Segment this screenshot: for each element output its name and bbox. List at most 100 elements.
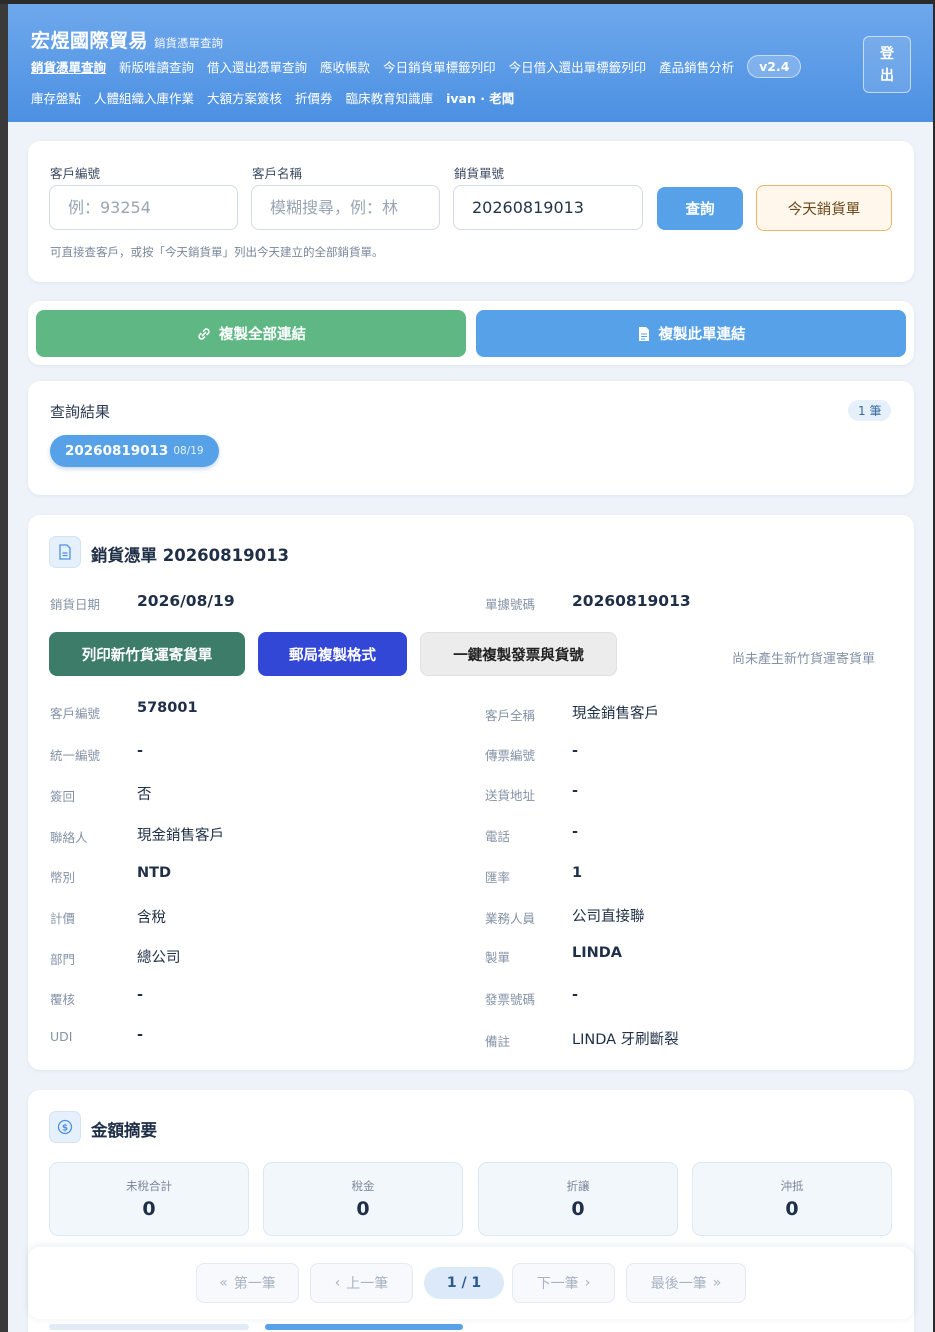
field-value: -	[137, 987, 144, 1003]
field-label: 製單	[485, 950, 511, 965]
order-no-label: 銷貨單號	[454, 166, 505, 181]
order-no-input[interactable]	[453, 185, 643, 230]
field-label: 簽回	[50, 789, 76, 804]
svg-text:$: $	[62, 1124, 68, 1134]
nav-tissue-inbound[interactable]: 人體組織入庫作業	[94, 88, 194, 107]
results-card: 查詢結果 1 筆 20260819013 08/19	[28, 381, 914, 495]
field-label: 發票號碼	[485, 992, 536, 1007]
field-label: 備註	[485, 1034, 511, 1049]
stat-label: 沖抵	[780, 1179, 804, 1193]
top-navbar: 宏煜國際貿易 銷貨憑單查詢 銷貨憑單查詢 新版唯讀查詢 借入還出憑單查詢 應收帳…	[8, 4, 933, 122]
field-label: 客戶編號	[50, 706, 101, 721]
copy-all-links-button[interactable]: 複製全部連結	[36, 310, 466, 357]
nav-today-borrow-label-print[interactable]: 今日借入還出單標籤列印	[509, 57, 647, 76]
field-value: 總公司	[137, 950, 181, 966]
pager-bar: « 第一筆 ‹ 上一筆 1 / 1 下一筆 › 最後一筆 »	[28, 1247, 914, 1319]
document-icon	[638, 326, 649, 341]
stat-offset: 沖抵 0	[692, 1162, 892, 1236]
field-value: -	[572, 783, 579, 799]
customer-code-label: 客戶編號	[50, 166, 101, 181]
field-label: 部門	[50, 952, 76, 967]
logout-button[interactable]: 登 出	[863, 36, 911, 93]
results-title: 查詢結果	[50, 403, 111, 421]
nav-row-2: 庫存盤點 人體組織入庫作業 大額方案簽核 折價券 臨床教育知識庫 ivan · …	[31, 88, 514, 107]
field-value: -	[572, 824, 579, 840]
logout-label-1: 登	[880, 45, 894, 62]
field-value: 現金銷售客戶	[137, 828, 224, 844]
double-chevron-left-icon: «	[219, 1275, 228, 1291]
doc-no-label: 單據號碼	[485, 597, 536, 612]
document-icon	[59, 544, 71, 560]
amount-summary-title: 金額摘要	[91, 1121, 157, 1140]
field-value: LINDA	[572, 945, 623, 961]
nav-sales-voucher-query[interactable]: 銷貨憑單查詢	[31, 57, 106, 76]
post-office-copy-button[interactable]: 郵局複製格式	[258, 632, 407, 676]
query-button[interactable]: 查詢	[657, 187, 743, 230]
nav-sales-analysis[interactable]: 產品銷售分析	[659, 57, 734, 76]
nav-coupons[interactable]: 折價券	[295, 88, 333, 107]
nav-row-1: 銷貨憑單查詢 新版唯讀查詢 借入還出憑單查詢 應收帳款 今日銷貨單標籤列印 今日…	[31, 55, 802, 78]
prev-record-label: 上一筆	[346, 1276, 389, 1292]
field-value: -	[572, 743, 579, 759]
nav-large-plan-approval[interactable]: 大額方案簽核	[207, 88, 282, 107]
stat-value: 0	[785, 1198, 799, 1220]
copy-invoice-button[interactable]: 一鍵複製發票與貨號	[420, 632, 617, 676]
nav-receivables[interactable]: 應收帳款	[320, 57, 370, 76]
doc-no-value: 20260819013	[572, 592, 691, 610]
field-label: 覆核	[50, 992, 76, 1007]
last-record-button[interactable]: 最後一筆 »	[626, 1263, 746, 1303]
page-indicator: 1 / 1	[424, 1267, 504, 1299]
nav-inventory-count[interactable]: 庫存盤點	[31, 88, 81, 107]
link-icon	[198, 327, 210, 340]
first-record-button[interactable]: « 第一筆	[196, 1263, 299, 1303]
prev-record-button[interactable]: ‹ 上一筆	[310, 1263, 413, 1303]
voucher-doc-icon-box	[49, 536, 81, 568]
brand-subtitle: 銷貨憑單查詢	[154, 36, 224, 50]
version-badge: v2.4	[747, 55, 802, 78]
nav-today-label-print[interactable]: 今日銷貨單標籤列印	[383, 57, 496, 76]
field-value: 否	[137, 787, 152, 803]
next-record-button[interactable]: 下一筆 ›	[512, 1263, 615, 1303]
stat-tax: 稅金 0	[263, 1162, 463, 1236]
stat-value: 0	[356, 1198, 370, 1220]
stat-label: 未稅合計	[126, 1179, 172, 1193]
field-value: NTD	[137, 865, 172, 881]
search-hint: 可直接查客戶，或按「今天銷貨單」列出今天建立的全部銷貨單。	[50, 245, 384, 259]
customer-name-input[interactable]	[251, 185, 440, 230]
double-chevron-right-icon: »	[712, 1275, 722, 1291]
field-label: 計價	[50, 911, 76, 926]
customer-code-input[interactable]	[49, 185, 238, 230]
nav-borrow-return-query[interactable]: 借入還出憑單查詢	[207, 57, 307, 76]
results-count-badge: 1 筆	[848, 400, 892, 421]
result-chip[interactable]: 20260819013 08/19	[50, 435, 219, 467]
current-user: ivan · 老闆	[446, 91, 515, 106]
hidden-button-left	[49, 1324, 249, 1330]
field-value: -	[137, 743, 144, 759]
brand: 宏煜國際貿易 銷貨憑單查詢	[31, 26, 223, 53]
field-label: 傳票編號	[485, 748, 536, 763]
today-sales-button[interactable]: 今天銷貨單	[756, 185, 892, 231]
copy-this-link-button[interactable]: 複製此單連結	[476, 310, 906, 357]
copy-this-link-label: 複製此單連結	[658, 327, 746, 343]
nav-clinical-knowledge[interactable]: 臨床教育知識庫	[346, 88, 434, 107]
field-label: 統一編號	[50, 748, 101, 763]
field-label: 業務人員	[485, 911, 536, 926]
print-hct-button[interactable]: 列印新竹貨運寄貨單	[49, 632, 245, 676]
field-value: 含稅	[137, 910, 166, 926]
first-record-label: 第一筆	[233, 1276, 276, 1292]
sales-date-label: 銷貨日期	[50, 597, 101, 612]
next-record-label: 下一筆	[536, 1276, 579, 1292]
copy-all-links-label: 複製全部連結	[219, 327, 306, 343]
field-label: UDI	[50, 1029, 73, 1044]
search-card: 客戶編號 客戶名稱 銷貨單號 查詢 今天銷貨單 可直接查客戶，或按「今天銷貨單」…	[28, 141, 914, 282]
field-label: 電話	[485, 829, 511, 844]
field-value: -	[137, 1027, 144, 1043]
nav-readonly-query[interactable]: 新版唯讀查詢	[119, 57, 194, 76]
stat-value: 0	[571, 1198, 585, 1220]
chevron-right-icon: ›	[584, 1275, 591, 1291]
field-label: 聯絡人	[50, 830, 88, 845]
field-value: 1	[572, 865, 583, 881]
stat-allowance: 折讓 0	[478, 1162, 678, 1236]
hidden-button-right	[265, 1324, 463, 1330]
sales-date-value: 2026/08/19	[137, 592, 235, 610]
